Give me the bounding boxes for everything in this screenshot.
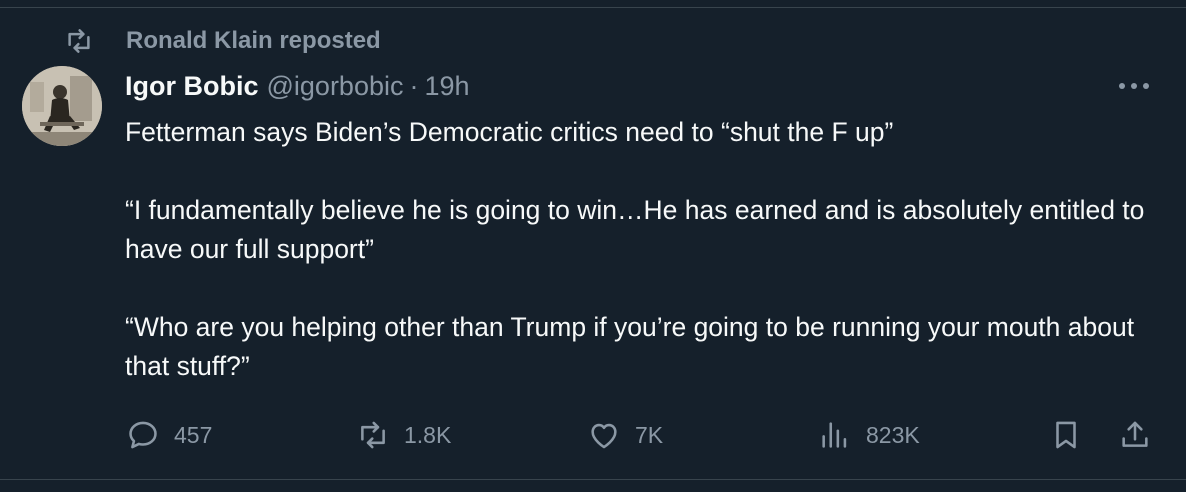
tweet-paragraph: Fetterman says Biden’s Democratic critic… [125, 117, 894, 147]
author-name[interactable]: Igor Bobic [125, 71, 259, 102]
repost-icon [68, 29, 90, 53]
tweet-timestamp[interactable]: 19h [424, 71, 469, 102]
repost-count: 1.8K [404, 421, 452, 448]
views-button[interactable]: 823K [818, 418, 920, 452]
header-separator: · [409, 70, 419, 101]
action-bar: 457 1.8K 7K 823K [0, 410, 1186, 460]
bookmark-button[interactable] [1049, 418, 1083, 452]
tweet-paragraph: “Who are you helping other than Trump if… [125, 312, 1135, 381]
reply-icon [129, 421, 157, 449]
repost-button[interactable]: 1.8K [356, 418, 451, 452]
avatar[interactable] [22, 66, 102, 146]
heart-icon [591, 423, 617, 449]
repost-icon [361, 421, 385, 449]
bookmark-icon [1056, 421, 1076, 449]
like-button[interactable]: 7K [587, 418, 663, 452]
views-icon [822, 422, 847, 448]
repost-label: Ronald Klain reposted [126, 27, 381, 54]
more-icon [1119, 83, 1149, 89]
tweet-text: Fetterman says Biden’s Democratic critic… [125, 113, 1165, 386]
reply-count: 457 [174, 421, 213, 448]
repost-context[interactable]: Ronald Klain reposted [64, 26, 381, 56]
tweet-header: Igor Bobic @igorbobic · 19h [125, 66, 470, 106]
tweet-paragraph: “I fundamentally believe he is going to … [125, 195, 1145, 264]
bottom-divider [0, 479, 1186, 480]
like-count: 7K [635, 421, 664, 448]
more-button[interactable] [1114, 72, 1154, 100]
top-divider [0, 7, 1186, 8]
share-icon [1122, 421, 1148, 447]
avatar-photo [22, 66, 102, 146]
share-button[interactable] [1118, 418, 1152, 452]
views-count: 823K [866, 421, 920, 448]
author-handle[interactable]: @igorbobic [267, 71, 404, 102]
reply-button[interactable]: 457 [126, 418, 212, 452]
